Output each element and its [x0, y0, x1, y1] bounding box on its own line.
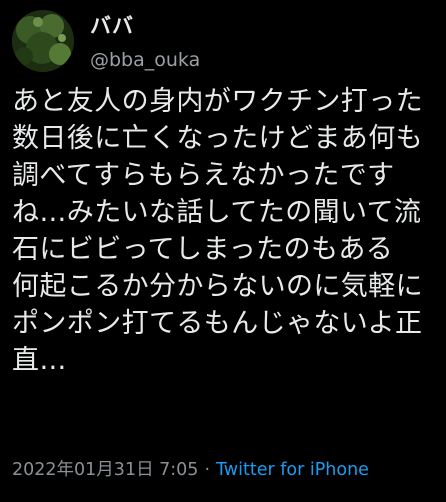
avatar-image: [12, 10, 74, 72]
display-name[interactable]: ババ: [90, 14, 200, 38]
author-info: ババ @bba_ouka: [90, 14, 200, 72]
user-handle[interactable]: @bba_ouka: [90, 48, 200, 72]
tweet-card: ババ @bba_ouka あと友人の身内がワクチン打った数日後に亡くなったけどま…: [0, 0, 446, 502]
timestamp[interactable]: 2022年01月31日 7:05: [12, 460, 198, 480]
tweet-text: あと友人の身内がワクチン打った数日後に亡くなったけどまあ何も調べてすらもらえなか…: [12, 86, 423, 376]
source-link[interactable]: Twitter for iPhone: [216, 460, 369, 480]
tweet-meta: 2022年01月31日 7:05 · Twitter for iPhone: [12, 458, 369, 482]
avatar[interactable]: [12, 10, 74, 72]
meta-separator: ·: [204, 460, 211, 480]
